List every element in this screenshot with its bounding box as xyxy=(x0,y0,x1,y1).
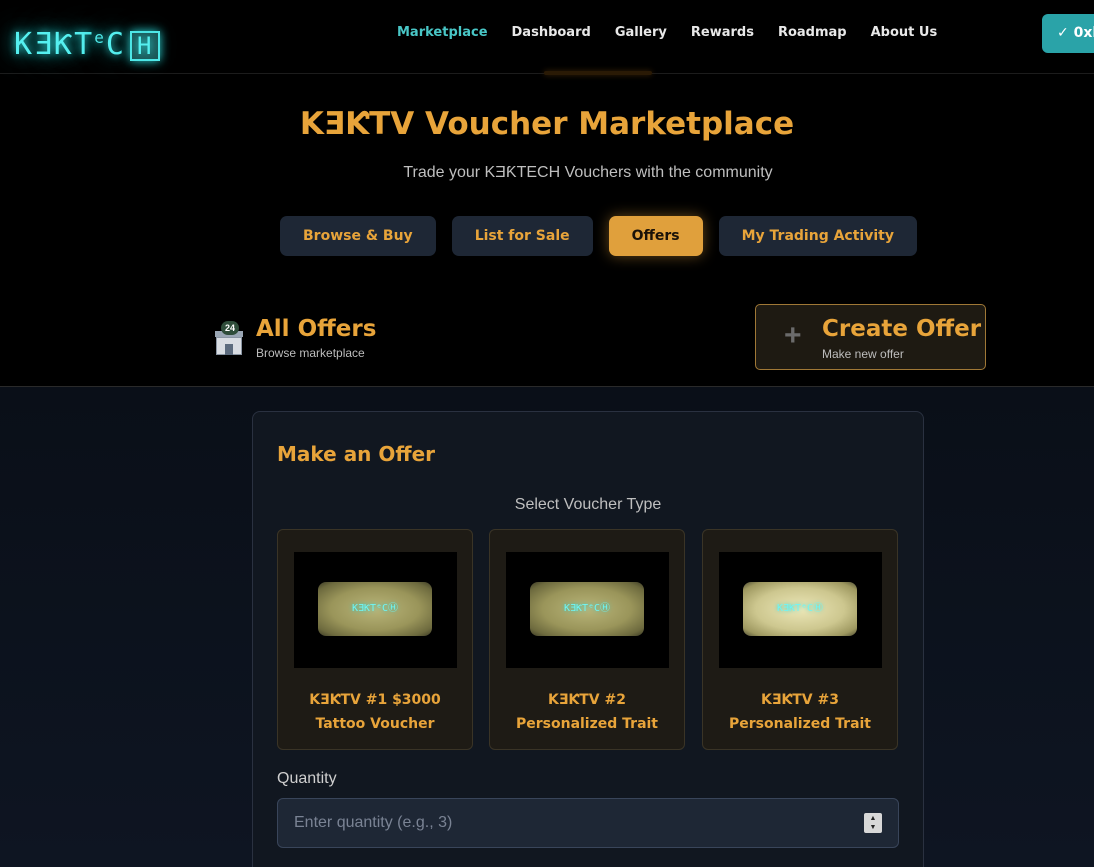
voucher-ticket-2: KƎƘTᵉCⒽ xyxy=(530,582,644,636)
voucher-image-1: KƎƘTᵉCⒽ xyxy=(294,552,457,668)
logo-sup: e xyxy=(94,27,106,47)
all-offers-text: All Offers Browse marketplace xyxy=(256,315,376,360)
logo-box: H xyxy=(129,30,161,61)
nav-links: Marketplace Dashboard Gallery Rewards Ro… xyxy=(397,25,937,40)
tab-offers[interactable]: Offers xyxy=(608,216,703,256)
wallet-button[interactable]: ✓ 0xb xyxy=(1042,14,1094,53)
stepper-down-icon[interactable]: ▼ xyxy=(864,823,882,832)
voucher-ticket-1: KƎƘTᵉCⒽ xyxy=(318,582,432,636)
make-offer-title: Make an Offer xyxy=(277,442,436,466)
voucher-option-3[interactable]: KƎƘTᵉCⒽ KƎƘTV #3 Personalized Trait xyxy=(702,529,898,750)
nav-gallery[interactable]: Gallery xyxy=(615,25,667,40)
voucher-ticket-logo-3: KƎƘTᵉCⒽ xyxy=(776,603,824,614)
voucher-ticket-3: KƎƘTᵉCⒽ xyxy=(743,582,857,636)
create-offer-subtitle: Make new offer xyxy=(822,347,904,361)
nav-glow-divider xyxy=(544,71,652,75)
voucher-name-3: KƎƘTV #3 Personalized Trait xyxy=(703,688,897,736)
voucher-ticket-logo-2: KƎƘTᵉCⒽ xyxy=(563,603,611,614)
all-offers-subtitle: Browse marketplace xyxy=(256,346,365,360)
nav-dashboard[interactable]: Dashboard xyxy=(512,25,591,40)
brand-logo[interactable]: KƎƘTeC H xyxy=(14,24,161,64)
tab-my-trading-activity[interactable]: My Trading Activity xyxy=(718,216,917,256)
nav-roadmap[interactable]: Roadmap xyxy=(778,25,847,40)
nav-about-us[interactable]: About Us xyxy=(871,25,938,40)
stepper-up-icon[interactable]: ▲ xyxy=(864,814,882,823)
nav-marketplace[interactable]: Marketplace xyxy=(397,25,488,40)
quantity-label: Quantity xyxy=(277,770,337,787)
logo-tail: C xyxy=(105,26,126,62)
tab-list-for-sale[interactable]: List for Sale xyxy=(451,216,593,256)
select-voucher-label: Select Voucher Type xyxy=(514,496,662,513)
voucher-name-1-line1: KƎƘTV #1 $3000 xyxy=(309,692,441,708)
logo-text: KƎƘTeC H xyxy=(14,26,161,62)
quantity-input[interactable] xyxy=(277,798,899,848)
make-offer-card: Make an Offer Select Voucher Type KƎƘTᵉC… xyxy=(252,411,924,867)
voucher-name-1: KƎƘTV #1 $3000 Tattoo Voucher xyxy=(278,688,472,736)
store-icon: 24 xyxy=(213,320,245,355)
voucher-name-2-line2: Personalized Trait xyxy=(515,716,659,732)
logo-main: KƎƘT xyxy=(14,26,95,62)
voucher-name-3-line1: KƎƘTV #3 xyxy=(761,692,839,708)
page-title: KƎƘTV Voucher Marketplace xyxy=(299,106,795,142)
voucher-ticket-logo-1: KƎƘTᵉCⒽ xyxy=(351,603,399,614)
plus-icon: + xyxy=(784,319,802,352)
quantity-stepper[interactable]: ▲ ▼ xyxy=(864,813,882,833)
marketplace-tabs: Browse & Buy List for Sale Offers My Tra… xyxy=(280,216,917,256)
voucher-option-1[interactable]: KƎƘTᵉCⒽ KƎƘTV #1 $3000 Tattoo Voucher xyxy=(277,529,473,750)
voucher-image-2: KƎƘTᵉCⒽ xyxy=(506,552,669,668)
voucher-name-2: KƎƘTV #2 Personalized Trait xyxy=(490,688,684,736)
voucher-name-1-line2: Tattoo Voucher xyxy=(315,716,435,732)
create-offer-button[interactable]: + Create Offer Make new offer xyxy=(755,304,986,370)
top-navbar: KƎƘTeC H Marketplace Dashboard Gallery Re… xyxy=(0,0,1094,74)
voucher-name-3-line2: Personalized Trait xyxy=(728,716,872,732)
store-icon-door xyxy=(225,343,233,355)
all-offers-header[interactable]: 24 All Offers Browse marketplace xyxy=(213,315,376,360)
all-offers-title: All Offers xyxy=(256,316,377,342)
voucher-name-2-line1: KƎƘTV #2 xyxy=(548,692,626,708)
nav-rewards[interactable]: Rewards xyxy=(691,25,754,40)
create-offer-title: Create Offer xyxy=(822,316,982,342)
voucher-option-2[interactable]: KƎƘTᵉCⒽ KƎƘTV #2 Personalized Trait xyxy=(489,529,685,750)
page-subtitle: Trade your KƎƘTECH Vouchers with the com… xyxy=(403,164,773,181)
tab-browse-buy[interactable]: Browse & Buy xyxy=(280,216,436,256)
voucher-image-3: KƎƘTᵉCⒽ xyxy=(719,552,882,668)
store-icon-badge: 24 xyxy=(221,320,239,335)
